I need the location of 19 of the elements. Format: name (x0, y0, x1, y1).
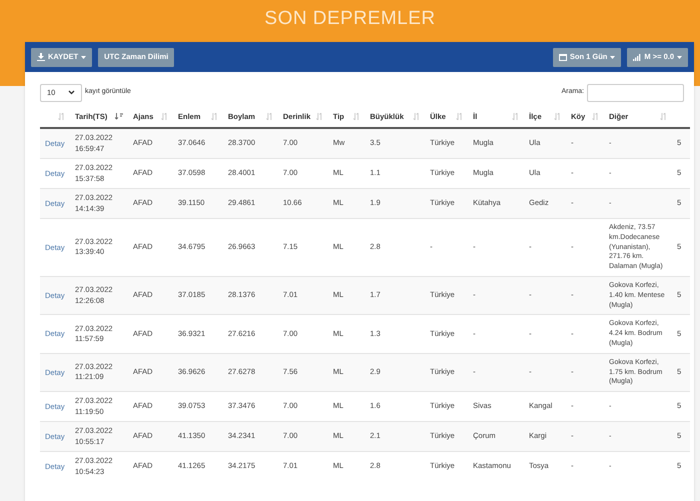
signal-icon (633, 53, 642, 61)
sort-icon[interactable] (660, 113, 667, 120)
sort-icon[interactable] (554, 113, 561, 120)
sort-icon[interactable] (161, 113, 168, 120)
sort-icon[interactable] (211, 113, 218, 120)
search-field[interactable] (587, 84, 684, 102)
sort-icon[interactable] (592, 113, 599, 120)
calendar-icon (558, 53, 567, 61)
chevron-icon (68, 90, 75, 95)
sort-icon[interactable] (456, 113, 463, 120)
sort-icon[interactable] (316, 113, 323, 120)
sort-icon[interactable] (353, 113, 360, 120)
sort-icon[interactable] (512, 113, 519, 120)
sort-icon[interactable] (266, 113, 273, 120)
sort-icon[interactable] (413, 113, 420, 120)
sort-icon[interactable] (58, 113, 65, 120)
download-icon (37, 53, 45, 61)
page-title: SON DEPREMLER (264, 8, 436, 30)
sort-descending-icon[interactable] (115, 113, 123, 120)
